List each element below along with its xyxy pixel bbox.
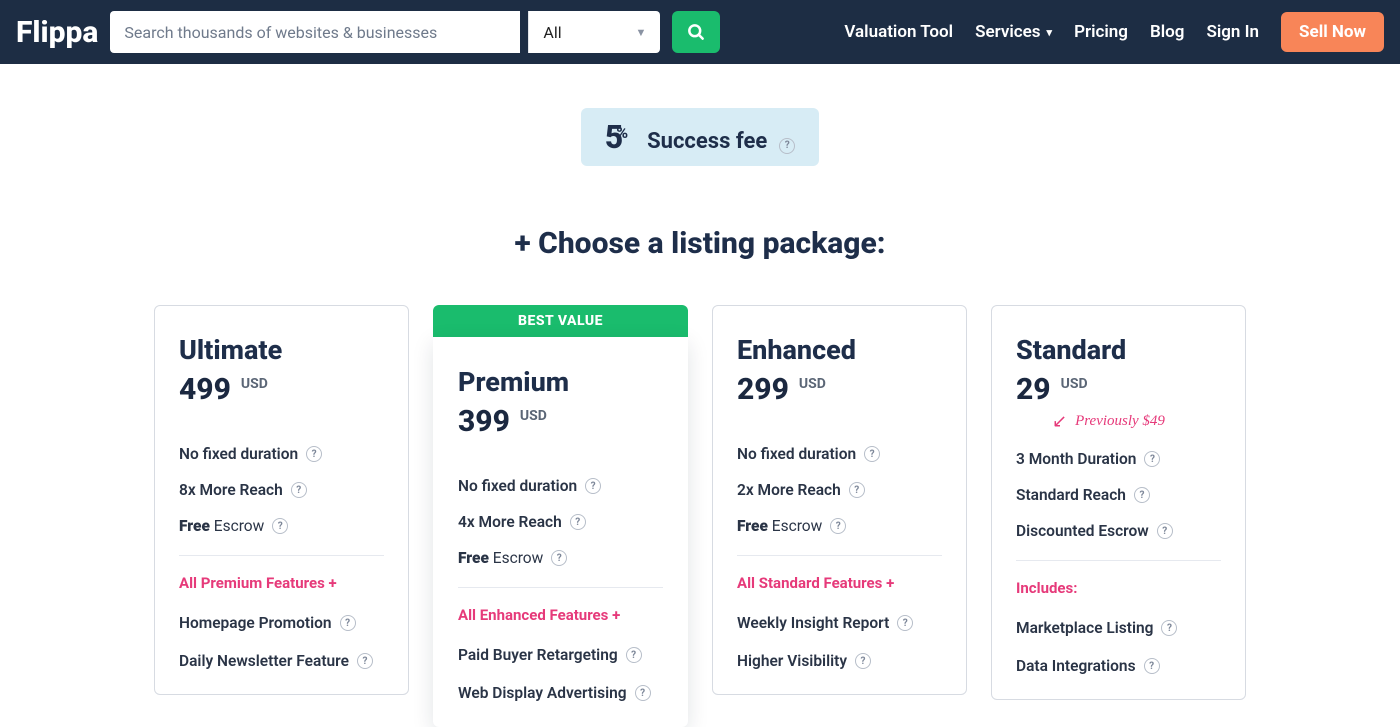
fee-label: Success fee: [647, 129, 767, 154]
plan-currency: USD: [241, 376, 268, 392]
plan-price: 499: [179, 372, 231, 407]
help-icon[interactable]: ?: [635, 685, 651, 701]
plan-feature: Free Escrow?: [458, 549, 663, 567]
chevron-down-icon: ▾: [1047, 26, 1053, 39]
chevron-down-icon: ▼: [636, 26, 647, 39]
plan-subfeature: Higher Visibility?: [737, 652, 942, 670]
help-icon[interactable]: ?: [1134, 487, 1150, 503]
plan-feature: 3 Month Duration?: [1016, 450, 1221, 468]
search-input[interactable]: [110, 11, 520, 53]
pricing-cards: Ultimate 499 USD No fixed duration? 8x M…: [154, 305, 1246, 727]
search-button[interactable]: [672, 11, 720, 53]
divider: [458, 587, 663, 588]
plan-subfeature: Data Integrations?: [1016, 657, 1221, 675]
help-icon[interactable]: ?: [626, 647, 642, 663]
plan-subfeature: Marketplace Listing?: [1016, 619, 1221, 637]
help-icon[interactable]: ?: [570, 514, 586, 530]
plan-feature: Free Escrow?: [737, 517, 942, 535]
plan-subfeature: Daily Newsletter Feature?: [179, 652, 384, 670]
choose-package-heading: + Choose a listing package:: [515, 226, 886, 261]
success-fee-pill: 5% Success fee ?: [581, 108, 819, 166]
help-icon[interactable]: ?: [551, 550, 567, 566]
nav-links: Valuation Tool Services ▾ Pricing Blog S…: [844, 12, 1384, 52]
help-icon[interactable]: ?: [291, 482, 307, 498]
plan-price: 299: [737, 372, 789, 407]
help-icon[interactable]: ?: [855, 653, 871, 669]
plan-currency: USD: [1061, 376, 1088, 392]
plan-standard[interactable]: Standard 29 USD ↙ Previously $49 3 Month…: [991, 305, 1246, 700]
plan-title: Standard: [1016, 334, 1221, 366]
divider: [1016, 560, 1221, 561]
arrow-left-icon: ↙: [1052, 411, 1067, 432]
plan-feature: Standard Reach?: [1016, 486, 1221, 504]
nav-services-label: Services: [975, 22, 1040, 42]
plan-premium[interactable]: Premium 399 USD No fixed duration? 4x Mo…: [433, 337, 688, 727]
plan-title: Premium: [458, 366, 663, 398]
category-select[interactable]: All ▼: [528, 11, 660, 53]
nav-pricing[interactable]: Pricing: [1074, 22, 1128, 42]
plan-ultimate[interactable]: Ultimate 499 USD No fixed duration? 8x M…: [154, 305, 409, 695]
help-icon[interactable]: ?: [779, 138, 795, 154]
help-icon[interactable]: ?: [1144, 658, 1160, 674]
logo[interactable]: Flippa: [16, 15, 98, 50]
help-icon[interactable]: ?: [897, 615, 913, 631]
plan-feature: No fixed duration?: [179, 445, 384, 463]
search-icon: [686, 22, 706, 42]
plan-feature: Free Escrow?: [179, 517, 384, 535]
best-value-badge: BEST VALUE: [433, 305, 688, 337]
plan-subheader: All Standard Features +: [737, 574, 942, 592]
help-icon[interactable]: ?: [357, 653, 373, 669]
plan-title: Enhanced: [737, 334, 942, 366]
help-icon[interactable]: ?: [1157, 523, 1173, 539]
plan-feature: 2x More Reach?: [737, 481, 942, 499]
nav-signin[interactable]: Sign In: [1206, 22, 1259, 42]
plan-feature: 8x More Reach?: [179, 481, 384, 499]
nav-services[interactable]: Services ▾: [975, 22, 1052, 42]
plan-feature: No fixed duration?: [458, 477, 663, 495]
category-label: All: [543, 23, 561, 42]
plan-subfeature: Paid Buyer Retargeting?: [458, 646, 663, 664]
plan-subheader: All Premium Features +: [179, 574, 384, 592]
plan-currency: USD: [799, 376, 826, 392]
divider: [179, 555, 384, 556]
plan-subheader: Includes:: [1016, 579, 1221, 597]
help-icon[interactable]: ?: [272, 518, 288, 534]
help-icon[interactable]: ?: [1144, 451, 1160, 467]
plan-title: Ultimate: [179, 334, 384, 366]
plan-feature: Discounted Escrow?: [1016, 522, 1221, 540]
fee-percent: %: [616, 123, 628, 142]
help-icon[interactable]: ?: [849, 482, 865, 498]
nav-blog[interactable]: Blog: [1150, 22, 1185, 42]
plan-subfeature: Web Display Advertising?: [458, 684, 663, 702]
search-group: All ▼: [110, 11, 720, 53]
help-icon[interactable]: ?: [830, 518, 846, 534]
sell-now-button[interactable]: Sell Now: [1281, 12, 1384, 52]
top-nav: Flippa All ▼ Valuation Tool Services ▾ P…: [0, 0, 1400, 64]
plan-enhanced[interactable]: Enhanced 299 USD No fixed duration? 2x M…: [712, 305, 967, 695]
plan-currency: USD: [520, 408, 547, 424]
divider: [737, 555, 942, 556]
help-icon[interactable]: ?: [864, 446, 880, 462]
previous-price-label: Previously $49: [1075, 413, 1165, 430]
help-icon[interactable]: ?: [340, 615, 356, 631]
previous-price: ↙ Previously $49: [1052, 411, 1221, 432]
plan-subheader: All Enhanced Features +: [458, 606, 663, 624]
plan-price: 399: [458, 404, 510, 439]
plan-subfeature: Homepage Promotion?: [179, 614, 384, 632]
help-icon[interactable]: ?: [306, 446, 322, 462]
plan-price: 29: [1016, 372, 1051, 407]
nav-valuation[interactable]: Valuation Tool: [844, 22, 953, 42]
help-icon[interactable]: ?: [585, 478, 601, 494]
plan-feature: 4x More Reach?: [458, 513, 663, 531]
help-icon[interactable]: ?: [1161, 620, 1177, 636]
plan-subfeature: Weekly Insight Report?: [737, 614, 942, 632]
plan-feature: No fixed duration?: [737, 445, 942, 463]
